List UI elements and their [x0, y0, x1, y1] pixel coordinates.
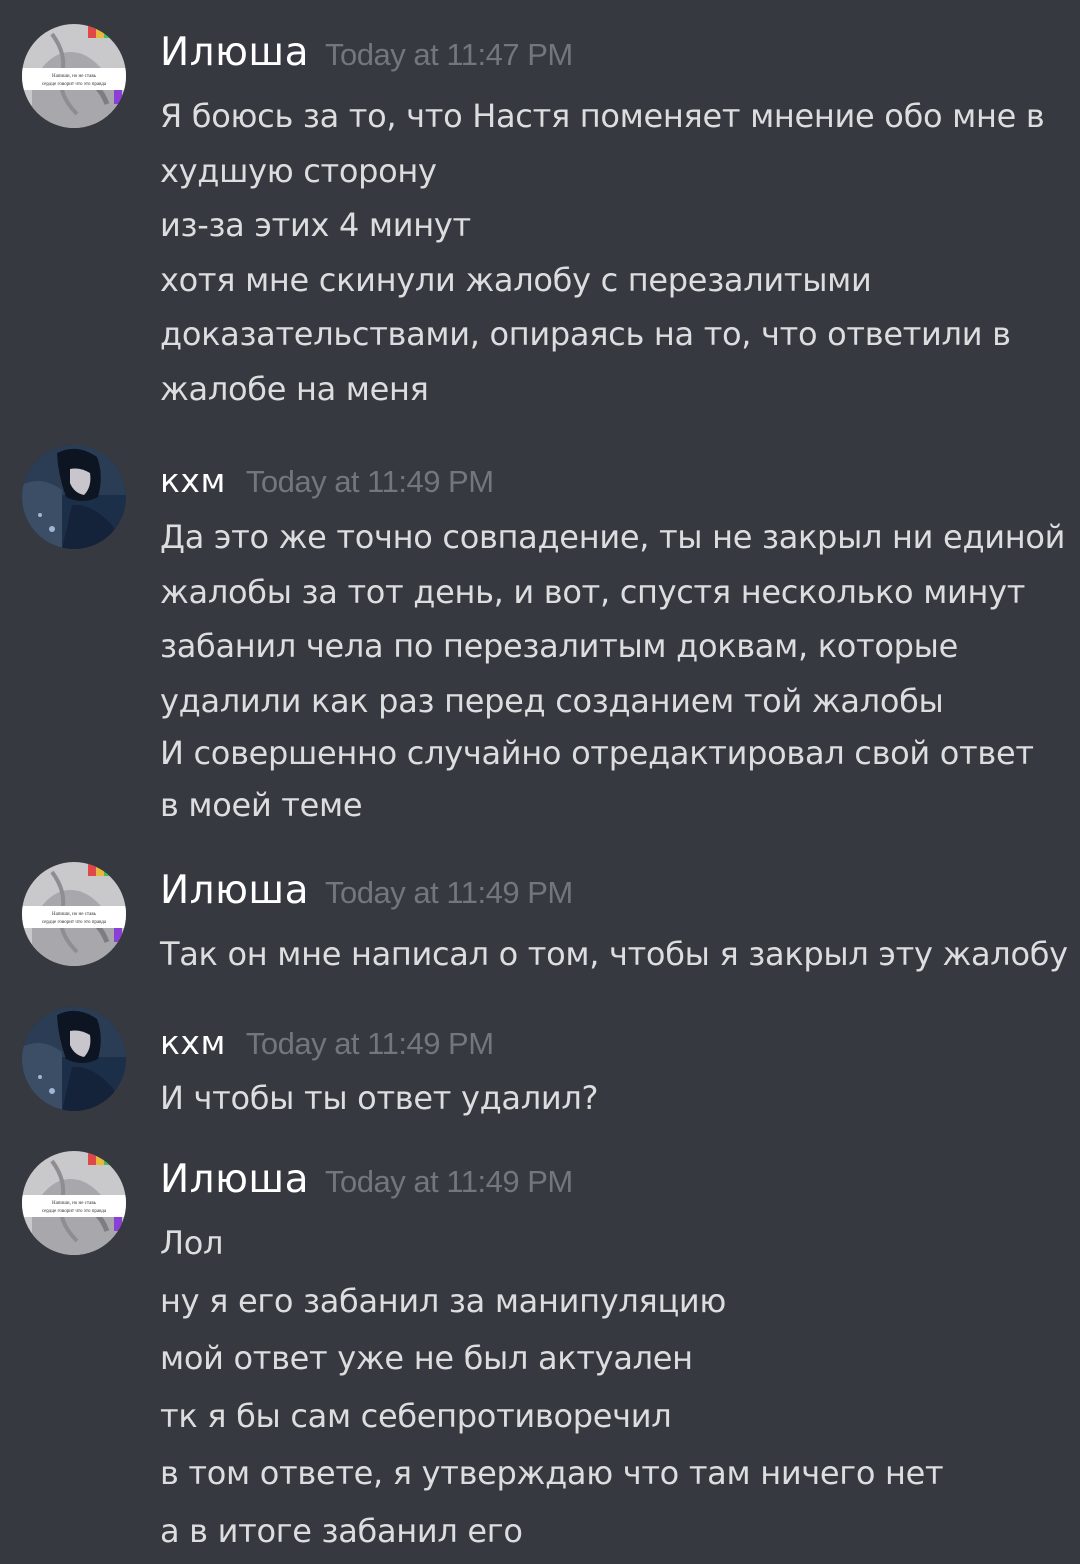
message-line: мой ответ уже не был актуален — [160, 1339, 693, 1377]
message-line: в моей теме — [160, 786, 363, 824]
avatar-image: Напиши, но не ставь сердце говорит что э… — [22, 24, 126, 128]
message-line: Да это же точно совпадение, ты не закрыл… — [160, 518, 1066, 556]
timestamp[interactable]: Today at 11:49 PM — [325, 1164, 573, 1199]
message-line: жалобе на меня — [160, 369, 429, 408]
avatar-caption: сердце говорит что это правда — [42, 82, 107, 87]
username[interactable]: Илюша — [160, 868, 309, 913]
avatar[interactable]: Напиши, но не ставь сердце говорит что э… — [22, 862, 126, 966]
message-line: Лол — [160, 1224, 224, 1262]
message-line: доказательствами, опираясь на то, что от… — [160, 315, 1011, 353]
avatar[interactable] — [22, 445, 126, 549]
username[interactable]: Илюша — [160, 1157, 309, 1202]
message-line: жалобы за тот день, и вот, спустя нескол… — [160, 572, 1026, 611]
message-line: И чтобы ты ответ удалил? — [160, 1079, 599, 1117]
avatar[interactable]: Напиши, но не ставь сердце говорит что э… — [22, 1151, 126, 1255]
avatar-caption: Напиши, но не ставь — [52, 1201, 97, 1206]
timestamp[interactable]: Today at 11:49 PM — [246, 1026, 494, 1061]
message-content: Так он мне написал о том, чтобы я закрыл… — [160, 927, 1068, 982]
message-line: из-за этих 4 минут — [160, 206, 471, 244]
avatar-caption: сердце говорит что это правда — [42, 920, 107, 925]
chat-log: Напиши, но не ставь сердце говорит что э… — [0, 0, 1080, 1564]
username[interactable]: кхм — [160, 461, 226, 500]
message-line: И совершенно случайно отредактировал сво… — [160, 734, 1034, 772]
avatar-caption: Напиши, но не ставь — [52, 912, 97, 917]
avatar[interactable]: Напиши, но не ставь сердце говорит что э… — [22, 24, 126, 128]
avatar-caption: сердце говорит что это правда — [42, 1209, 107, 1214]
avatar-caption: Напиши, но не ставь — [52, 74, 97, 79]
message-line: ну я его забанил за манипуляцию — [160, 1281, 727, 1320]
message-line: удалили как раз перед созданием той жало… — [160, 681, 944, 720]
message-line: Я боюсь за то, что Настя поменяет мнение… — [160, 97, 1045, 135]
message-line: Так он мне написал о том, чтобы я закрыл… — [160, 935, 1068, 973]
message-line: а в итоге забанил его — [160, 1511, 523, 1550]
message-line: худшую сторону — [160, 151, 437, 190]
avatar-image: Напиши, но не ставь сердце говорит что э… — [22, 1151, 126, 1255]
avatar-image: Напиши, но не ставь сердце говорит что э… — [22, 862, 126, 966]
avatar[interactable] — [22, 1007, 126, 1111]
username[interactable]: кхм — [160, 1023, 226, 1062]
message-content: Да это же точно совпадение, ты не закрыл… — [160, 510, 1065, 833]
message-line: тк я бы сам себепротиворечил — [160, 1396, 672, 1435]
message-content: И чтобы ты ответ удалил? — [160, 1071, 1065, 1126]
message-content: Лол ну я его забанил за манипуляцию мой … — [160, 1215, 1065, 1560]
message-line: в том ответе, я утверждаю что там ничего… — [160, 1454, 944, 1492]
message-header: кхм Today at 11:49 PM — [160, 461, 494, 500]
message-header: Илюша Today at 11:49 PM — [160, 868, 573, 913]
timestamp[interactable]: Today at 11:49 PM — [246, 464, 494, 499]
timestamp[interactable]: Today at 11:49 PM — [325, 875, 573, 910]
message-header: Илюша Today at 11:49 PM — [160, 1157, 573, 1202]
message-line: хотя мне скинули жалобу с перезалитыми — [160, 260, 872, 299]
message-content: Я боюсь за то, что Настя поменяет мнение… — [160, 89, 1065, 416]
message-header: кхм Today at 11:49 PM — [160, 1023, 494, 1062]
timestamp[interactable]: Today at 11:47 PM — [325, 37, 573, 72]
message-line: забанил чела по перезалитым доквам, кото… — [160, 627, 958, 665]
avatar-image — [22, 445, 126, 549]
avatar-image — [22, 1007, 126, 1111]
username[interactable]: Илюша — [160, 30, 309, 75]
message-header: Илюша Today at 11:47 PM — [160, 30, 573, 75]
